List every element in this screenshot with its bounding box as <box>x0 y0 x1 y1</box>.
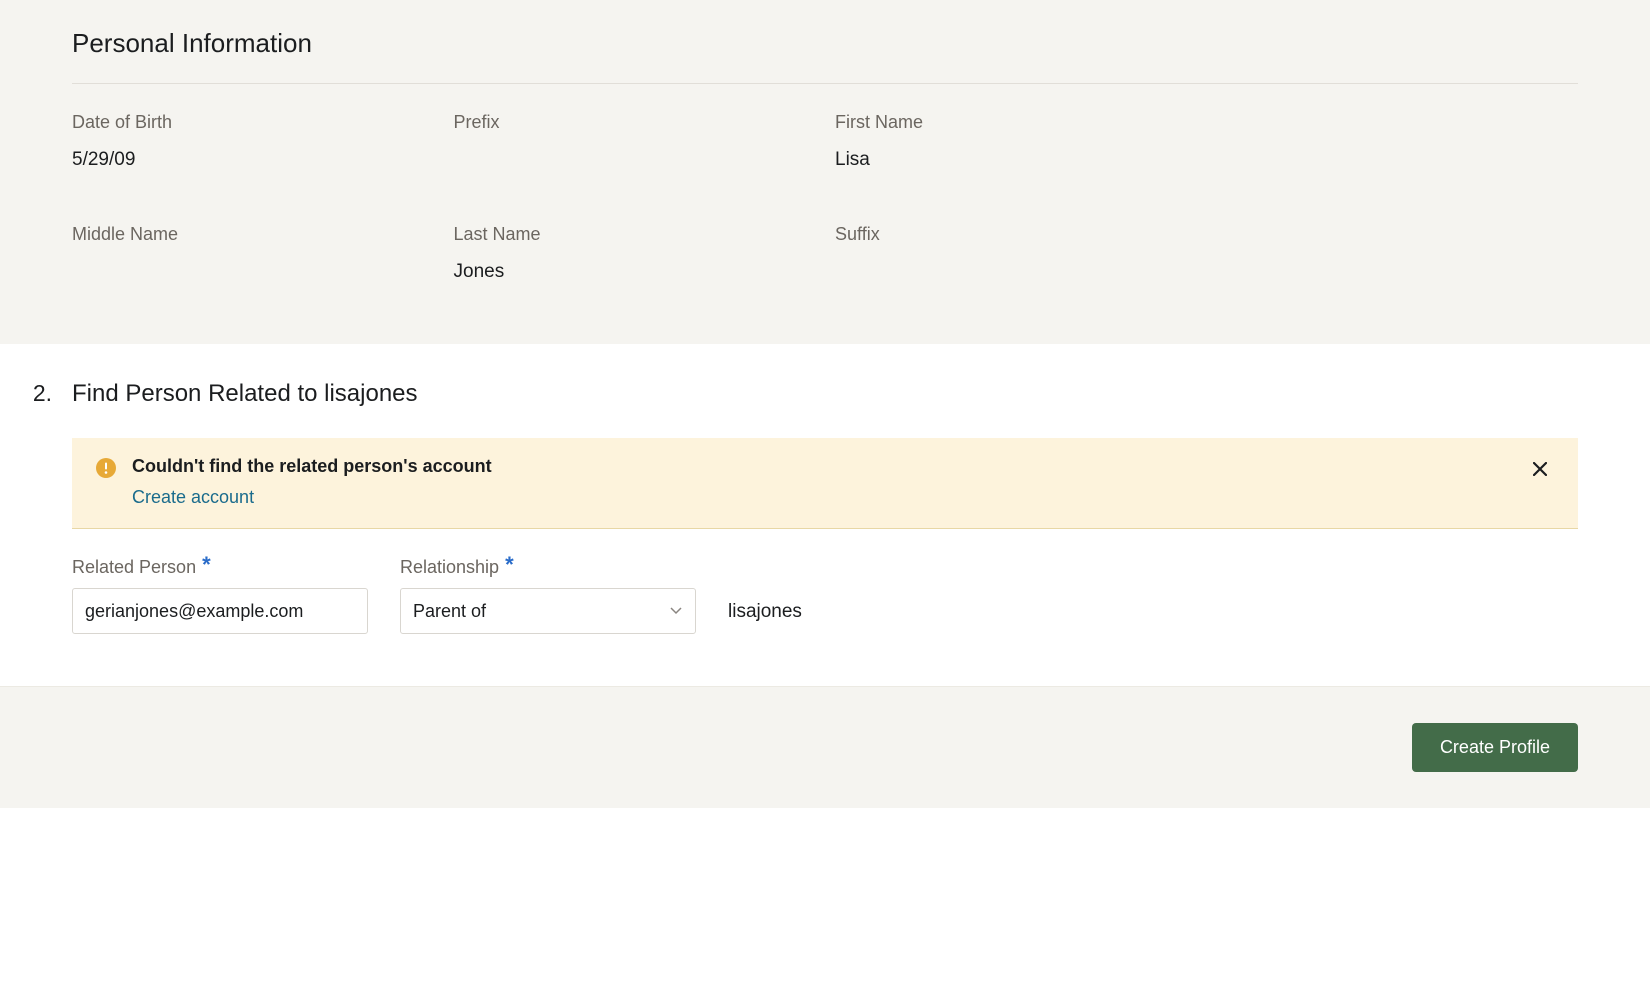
related-person-form: Related Person * Relationship * Parent o… <box>72 557 1578 634</box>
label-suffix: Suffix <box>835 224 1197 245</box>
alert-warning: Couldn't find the related person's accou… <box>72 438 1578 529</box>
related-person-input[interactable] <box>72 588 368 634</box>
required-indicator: * <box>202 559 211 571</box>
alert-title: Couldn't find the related person's accou… <box>132 456 1510 477</box>
relationship-label-text: Relationship <box>400 557 499 578</box>
label-last-name: Last Name <box>454 224 816 245</box>
related-person-label: Related Person * <box>72 557 368 578</box>
divider <box>72 83 1578 84</box>
related-person-field: Related Person * <box>72 557 368 634</box>
step-title: Find Person Related to lisajones <box>72 380 418 408</box>
alert-content: Couldn't find the related person's accou… <box>132 456 1510 508</box>
field-middle-name: Middle Name <box>72 224 434 284</box>
field-first-name: First Name Lisa <box>835 112 1197 172</box>
personal-information-section: Personal Information Date of Birth 5/29/… <box>0 0 1650 344</box>
step-header: 2. Find Person Related to lisajones <box>28 380 1578 408</box>
required-indicator: * <box>505 559 514 571</box>
value-last-name: Jones <box>454 261 816 283</box>
step-body: Couldn't find the related person's accou… <box>72 438 1578 634</box>
alert-close-button[interactable] <box>1526 456 1554 484</box>
relationship-target: lisajones <box>728 601 802 634</box>
field-prefix: Prefix <box>454 112 816 172</box>
warning-icon <box>96 458 116 478</box>
value-dob: 5/29/09 <box>72 149 434 171</box>
label-prefix: Prefix <box>454 112 816 133</box>
close-icon <box>1533 462 1547 479</box>
step-number: 2. <box>28 380 52 407</box>
relationship-field: Relationship * Parent of <box>400 557 696 634</box>
find-related-person-section: 2. Find Person Related to lisajones Coul… <box>0 344 1650 686</box>
personal-info-grid: Date of Birth 5/29/09 Prefix First Name … <box>72 112 1578 284</box>
field-last-name: Last Name Jones <box>454 224 816 284</box>
create-profile-button[interactable]: Create Profile <box>1412 723 1578 772</box>
create-account-link[interactable]: Create account <box>132 487 254 507</box>
value-first-name: Lisa <box>835 149 1197 171</box>
relationship-select[interactable]: Parent of <box>400 588 696 634</box>
label-dob: Date of Birth <box>72 112 434 133</box>
field-dob: Date of Birth 5/29/09 <box>72 112 434 172</box>
label-middle-name: Middle Name <box>72 224 434 245</box>
relationship-label: Relationship * <box>400 557 696 578</box>
label-first-name: First Name <box>835 112 1197 133</box>
relationship-select-value: Parent of <box>400 588 696 634</box>
field-suffix: Suffix <box>835 224 1197 284</box>
personal-information-heading: Personal Information <box>72 16 1578 83</box>
footer-actions: Create Profile <box>0 686 1650 808</box>
field-empty-r2c4 <box>1217 224 1579 284</box>
related-person-label-text: Related Person <box>72 557 196 578</box>
field-empty-r1c4 <box>1217 112 1579 172</box>
